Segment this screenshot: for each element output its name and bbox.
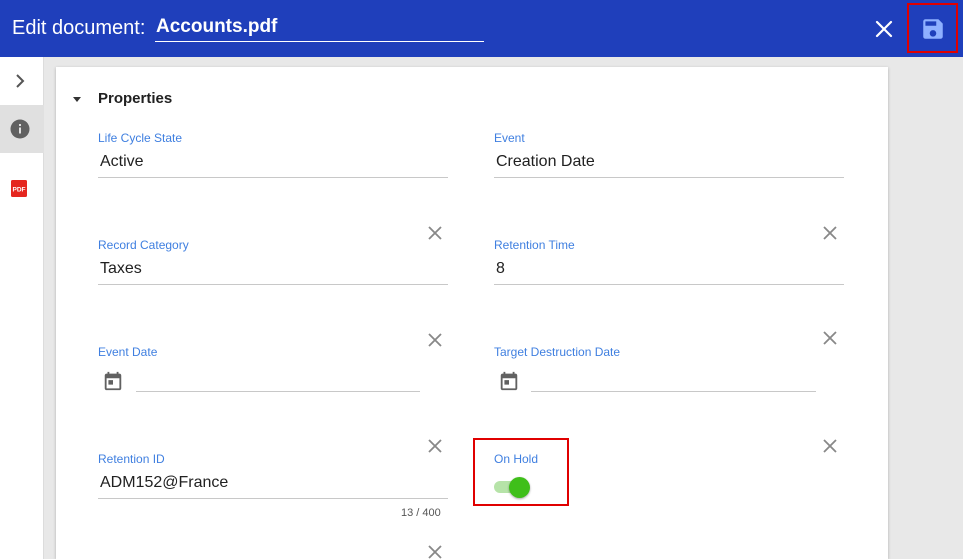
info-icon (10, 119, 30, 139)
expand-sidebar-button[interactable] (0, 63, 44, 99)
field-label: Life Cycle State (98, 131, 183, 145)
field-label: Record Category (98, 238, 189, 252)
clear-icon[interactable] (821, 224, 839, 242)
section-title: Properties (98, 90, 173, 107)
clear-icon[interactable] (426, 543, 444, 559)
calendar-icon[interactable] (498, 370, 520, 392)
event-input[interactable]: Creation Date (496, 153, 595, 171)
field-underline (531, 391, 816, 392)
info-tab[interactable] (0, 105, 44, 153)
header-title: Edit document: (12, 17, 146, 39)
clear-icon[interactable] (426, 437, 444, 455)
chevron-right-icon (16, 74, 25, 88)
field-label: Event Date (98, 345, 158, 359)
field-underline (494, 284, 844, 285)
field-label: Retention Time (494, 238, 575, 252)
life-cycle-state-input[interactable]: Active (100, 153, 144, 171)
calendar-icon[interactable] (102, 370, 124, 392)
collapse-properties-button[interactable] (70, 89, 84, 109)
on-hold-label: On Hold (494, 452, 539, 466)
field-label: Event (494, 131, 525, 145)
side-panel: PDF (0, 57, 44, 559)
field-underline (98, 498, 448, 499)
clear-icon[interactable] (426, 331, 444, 349)
properties-card: Properties Life Cycle State Active Event… (56, 67, 888, 559)
record-category-input[interactable]: Taxes (100, 260, 142, 278)
close-button[interactable] (871, 16, 897, 42)
caret-down-icon (73, 97, 81, 102)
field-underline (98, 177, 448, 178)
retention-id-input[interactable]: ADM152@France (100, 474, 228, 492)
document-name-input[interactable]: Accounts.pdf (155, 15, 484, 42)
app-header: Edit document: Accounts.pdf (0, 0, 963, 57)
field-label: Retention ID (98, 452, 165, 466)
character-counter: 13 / 400 (401, 507, 441, 519)
pdf-tab[interactable]: PDF (0, 169, 44, 209)
save-icon (923, 19, 943, 39)
field-underline (494, 177, 844, 178)
svg-text:PDF: PDF (13, 187, 26, 194)
clear-icon[interactable] (426, 224, 444, 242)
field-underline (98, 284, 448, 285)
clear-icon[interactable] (821, 437, 839, 455)
pdf-icon: PDF (11, 180, 27, 197)
document-name-value: Accounts.pdf (156, 16, 278, 37)
close-icon (875, 20, 893, 38)
field-underline (136, 391, 420, 392)
save-button[interactable] (920, 16, 946, 42)
clear-icon[interactable] (821, 329, 839, 347)
field-label: Target Destruction Date (494, 345, 621, 359)
on-hold-toggle-thumb[interactable] (509, 477, 530, 498)
retention-time-input[interactable]: 8 (496, 260, 505, 278)
